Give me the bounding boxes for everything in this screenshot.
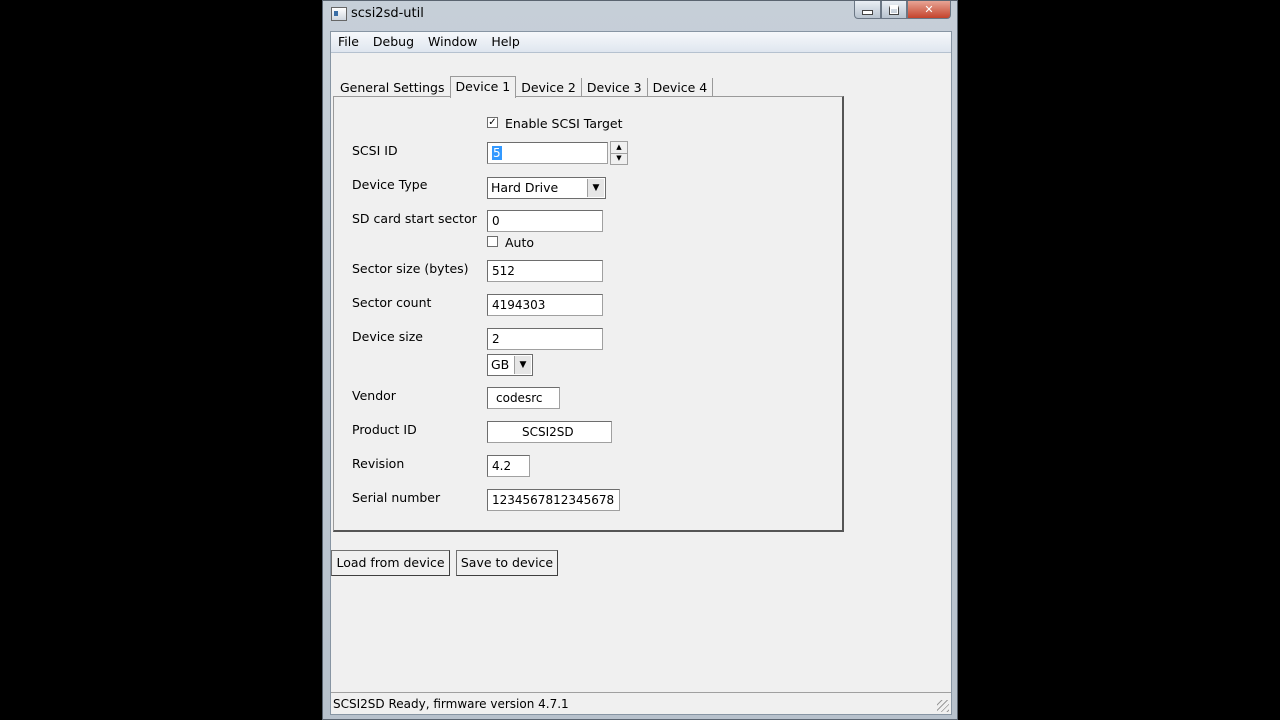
close-button[interactable]: ✕	[907, 1, 951, 19]
enable-scsi-target-checkbox[interactable]: ✓	[487, 117, 498, 128]
maximize-icon	[889, 4, 899, 15]
start-sector-input[interactable]: 0	[487, 210, 603, 232]
menu-bar: File Debug Window Help	[331, 32, 951, 53]
tab-device-1[interactable]: Device 1	[449, 76, 517, 98]
app-window: scsi2sd-util ✕ File Debug Window Help Ge…	[322, 0, 958, 720]
serial-number-label: Serial number	[352, 490, 441, 505]
menu-file[interactable]: File	[331, 32, 366, 52]
title-bar[interactable]: scsi2sd-util ✕	[323, 1, 957, 29]
device-type-select[interactable]: Hard Drive ▼	[487, 177, 606, 199]
product-id-input[interactable]: SCSI2SD	[487, 421, 612, 443]
chevron-down-icon[interactable]: ▼	[514, 356, 531, 374]
save-to-device-button[interactable]: Save to device	[456, 550, 558, 576]
auto-label: Auto	[505, 235, 535, 250]
minimize-icon	[862, 10, 873, 15]
status-text: SCSI2SD Ready, firmware version 4.7.1	[333, 697, 569, 711]
auto-checkbox[interactable]	[487, 236, 498, 247]
tab-device-3[interactable]: Device 3	[582, 78, 648, 98]
scsi-id-input[interactable]: 5	[487, 142, 608, 164]
tab-general-settings[interactable]: General Settings	[335, 78, 450, 98]
sector-count-label: Sector count	[352, 295, 432, 310]
scsi-id-label: SCSI ID	[352, 143, 398, 158]
scsi-id-value: 5	[492, 146, 502, 160]
sector-size-input[interactable]: 512	[487, 260, 603, 282]
caption-buttons: ✕	[854, 1, 951, 21]
client-area: File Debug Window Help General Settings …	[330, 31, 952, 715]
enable-scsi-target-label: Enable SCSI Target	[505, 116, 623, 131]
menu-window[interactable]: Window	[421, 32, 484, 52]
start-sector-label: SD card start sector	[352, 211, 477, 226]
close-icon: ✕	[924, 3, 934, 16]
load-from-device-button[interactable]: Load from device	[331, 550, 450, 576]
revision-input[interactable]: 4.2	[487, 455, 530, 477]
sector-count-input[interactable]: 4194303	[487, 294, 603, 316]
menu-help[interactable]: Help	[484, 32, 527, 52]
device-size-unit-select[interactable]: GB ▼	[487, 354, 533, 376]
status-bar: SCSI2SD Ready, firmware version 4.7.1	[331, 692, 951, 714]
checkmark-icon: ✓	[488, 117, 497, 128]
device-size-unit-value: GB	[491, 357, 510, 372]
revision-label: Revision	[352, 456, 405, 471]
resize-grip-icon[interactable]	[937, 700, 949, 712]
device-size-input[interactable]: 2	[487, 328, 603, 350]
vendor-input[interactable]: codesrc	[487, 387, 560, 409]
tab-strip: General Settings Device 1 Device 2 Devic…	[335, 76, 714, 98]
tab-device-4[interactable]: Device 4	[648, 78, 714, 98]
menu-debug[interactable]: Debug	[366, 32, 421, 52]
device-type-value: Hard Drive	[491, 180, 559, 195]
spin-down-icon[interactable]: ▼	[611, 153, 627, 164]
device-settings-panel: ✓ Enable SCSI Target SCSI ID 5 ▲ ▼ Devic…	[333, 96, 844, 532]
window-title: scsi2sd-util	[351, 6, 424, 21]
chevron-down-icon[interactable]: ▼	[587, 179, 604, 197]
serial-number-input[interactable]: 1234567812345678	[487, 489, 620, 511]
device-size-label: Device size	[352, 329, 423, 344]
minimize-button[interactable]	[854, 1, 881, 19]
vendor-label: Vendor	[352, 388, 396, 403]
app-icon	[331, 7, 347, 21]
sector-size-label: Sector size (bytes)	[352, 261, 469, 276]
maximize-button[interactable]	[881, 1, 907, 19]
scsi-id-spinner[interactable]: ▲ ▼	[610, 141, 628, 165]
tab-device-2[interactable]: Device 2	[516, 78, 582, 98]
product-id-label: Product ID	[352, 422, 417, 437]
device-type-label: Device Type	[352, 177, 428, 192]
